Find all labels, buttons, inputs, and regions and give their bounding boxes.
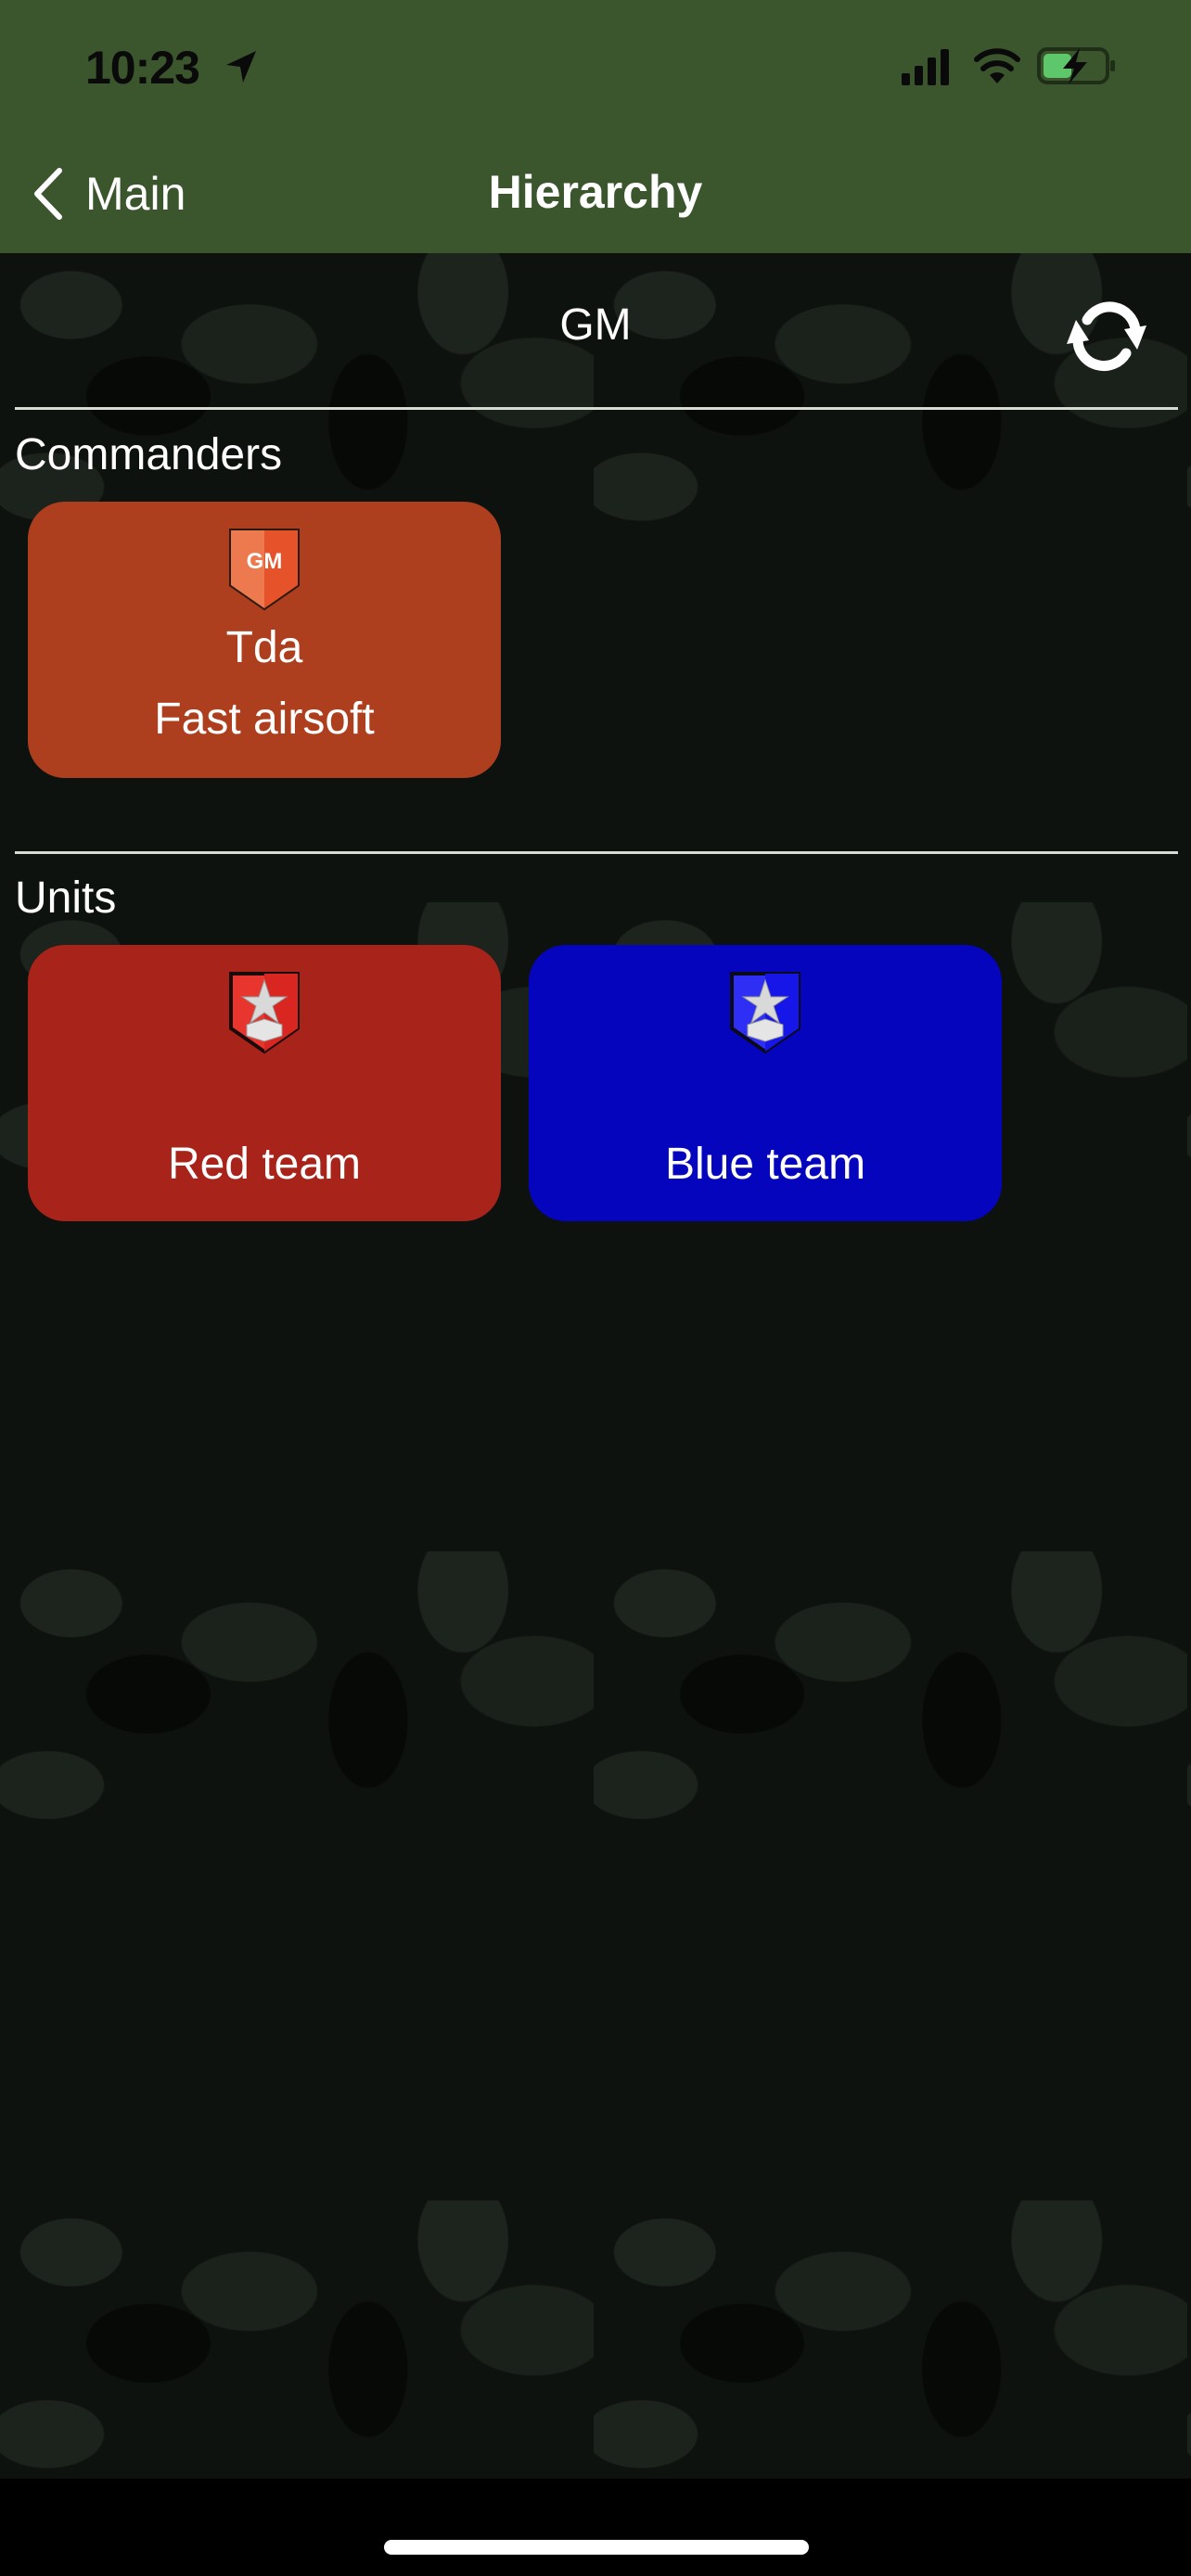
section-divider: [15, 407, 1178, 410]
refresh-icon: [1067, 301, 1146, 372]
hierarchy-content: GM Commanders GM Tda Fast airsoft Units: [0, 253, 1191, 2479]
section-divider: [15, 851, 1178, 854]
commander-team: Fast airsoft: [154, 695, 375, 744]
cellular-signal-icon: [902, 49, 949, 85]
commander-card[interactable]: GM Tda Fast airsoft: [28, 502, 501, 778]
battery-charging-icon: [1037, 47, 1115, 84]
location-arrow-icon: [226, 51, 256, 83]
navigation-bar: Main Hierarchy: [0, 130, 1191, 253]
gm-shield-badge-icon: GM: [229, 529, 300, 611]
home-indicator[interactable]: [384, 2540, 809, 2555]
unit-card-blue-team[interactable]: Blue team: [529, 945, 1002, 1221]
unit-name: Red team: [167, 1140, 362, 1189]
units-section-label: Units: [15, 874, 117, 923]
page-title: Hierarchy: [488, 166, 703, 218]
role-header: GM: [0, 253, 1191, 407]
badge-text: GM: [247, 549, 283, 574]
star-chevron-badge-icon: [730, 972, 800, 1054]
unit-card-red-team[interactable]: Red team: [28, 945, 501, 1221]
star-chevron-badge-icon: [229, 972, 300, 1054]
refresh-button[interactable]: [1063, 292, 1150, 376]
wifi-icon: [974, 48, 1020, 83]
current-role-label: GM: [559, 300, 632, 350]
commander-name: Tda: [225, 623, 303, 672]
status-bar: 10:23: [0, 0, 1191, 130]
unit-name: Blue team: [664, 1140, 866, 1189]
home-indicator-area: [0, 2479, 1191, 2576]
status-time: 10:23: [85, 42, 200, 94]
commanders-section-label: Commanders: [15, 430, 283, 479]
